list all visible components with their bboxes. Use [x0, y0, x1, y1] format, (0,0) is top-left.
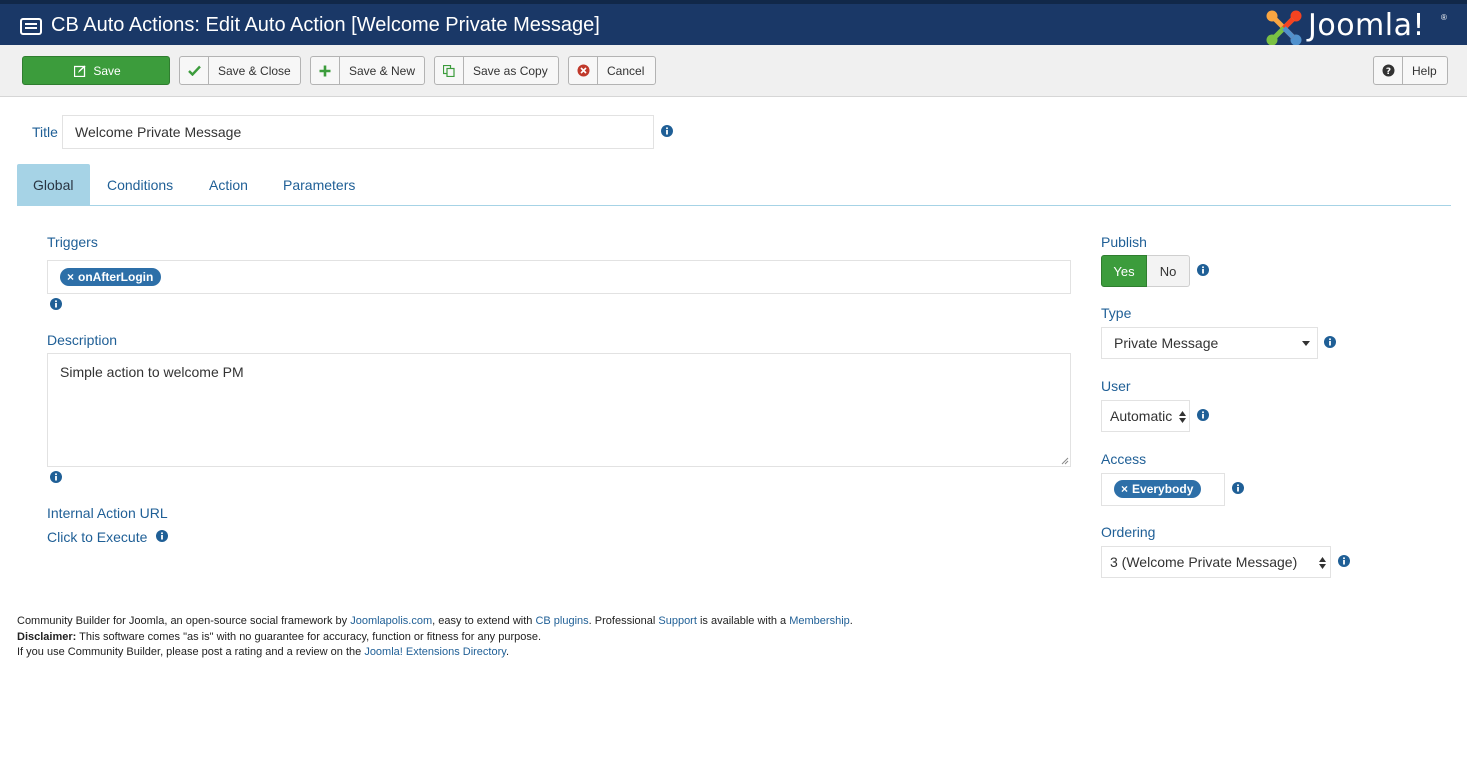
joomla-logo: Joomla! ®: [1264, 7, 1454, 47]
trigger-chip-label: onAfterLogin: [78, 270, 154, 284]
chip-remove-icon[interactable]: ×: [1121, 482, 1128, 496]
save-close-button[interactable]: Save & Close: [179, 56, 301, 85]
question-icon: ?: [1374, 57, 1403, 84]
copy-icon: [435, 57, 464, 84]
help-button[interactable]: ? Help: [1373, 56, 1448, 85]
cb-plugins-link[interactable]: CB plugins: [535, 615, 588, 627]
membership-link[interactable]: Membership: [789, 615, 850, 627]
user-select[interactable]: Automatic: [1101, 400, 1190, 432]
triggers-label: Triggers: [47, 234, 98, 250]
check-icon: [180, 57, 209, 84]
triggers-input[interactable]: [47, 260, 1071, 294]
user-select-value: Automatic: [1110, 408, 1173, 424]
publish-toggle: Yes No: [1101, 255, 1190, 287]
resize-handle-icon[interactable]: [1061, 457, 1069, 465]
internal-url-label: Internal Action URL: [47, 505, 168, 521]
cancel-label: Cancel: [607, 63, 645, 78]
info-icon[interactable]: [1197, 409, 1209, 421]
plus-icon: [311, 57, 340, 84]
type-select-value: Private Message: [1114, 335, 1219, 351]
tab-parameters[interactable]: Parameters: [267, 164, 371, 205]
info-icon[interactable]: [50, 298, 62, 310]
save-copy-label: Save as Copy: [473, 63, 548, 78]
ordering-label: Ordering: [1101, 524, 1156, 540]
type-label: Type: [1101, 305, 1132, 321]
disclaimer-text: This software comes "as is" with no guar…: [76, 630, 542, 643]
access-chip-label: Everybody: [1132, 482, 1194, 496]
info-icon[interactable]: [1324, 336, 1336, 348]
info-icon[interactable]: [1338, 555, 1350, 567]
list-icon: [20, 18, 42, 35]
registered-mark: ®: [1441, 13, 1447, 22]
extensions-directory-link[interactable]: Joomla! Extensions Directory: [364, 646, 506, 658]
click-to-execute-link[interactable]: Click to Execute: [47, 529, 147, 545]
joomla-logo-text: Joomla!: [1308, 8, 1426, 43]
footer: Community Builder for Joomla, an open-so…: [17, 614, 853, 661]
type-select[interactable]: Private Message: [1101, 327, 1318, 359]
support-link[interactable]: Support: [658, 615, 697, 627]
footer-line-2: Disclaimer: This software comes "as is" …: [17, 630, 853, 646]
publish-no-button[interactable]: No: [1147, 255, 1190, 287]
toolbar: Save Save & Close Save & New Save as Cop…: [0, 45, 1467, 97]
info-icon[interactable]: [661, 125, 673, 137]
info-icon[interactable]: [1197, 264, 1209, 276]
info-icon[interactable]: [50, 471, 62, 483]
edit-icon: [71, 57, 89, 84]
tab-bar: Global Conditions Action Parameters: [17, 164, 1451, 206]
footer-text: . Professional: [588, 615, 659, 627]
svg-text:?: ?: [1385, 67, 1390, 77]
footer-text: .: [849, 615, 853, 627]
ordering-select[interactable]: 3 (Welcome Private Message): [1101, 546, 1331, 578]
save-new-button[interactable]: Save & New: [310, 56, 425, 85]
disclaimer-label: Disclaimer:: [17, 630, 77, 643]
access-label: Access: [1101, 451, 1147, 467]
info-icon[interactable]: [1232, 482, 1244, 494]
access-chip[interactable]: × Everybody: [1114, 480, 1202, 498]
footer-text: If you use Community Builder, please pos…: [17, 646, 365, 658]
save-copy-button[interactable]: Save as Copy: [434, 56, 559, 85]
trigger-chip[interactable]: × onAfterLogin: [60, 268, 162, 286]
publish-yes-button[interactable]: Yes: [1101, 255, 1147, 287]
updown-arrows-icon: [1179, 411, 1186, 423]
title-label: Title: [32, 124, 58, 140]
info-icon[interactable]: [156, 530, 168, 542]
save-button-label: Save: [93, 63, 121, 78]
title-input[interactable]: Welcome Private Message: [62, 115, 654, 149]
joomlapolis-link[interactable]: Joomlapolis.com: [350, 615, 432, 627]
help-label: Help: [1412, 63, 1437, 78]
footer-text: , easy to extend with: [432, 615, 536, 627]
tab-action[interactable]: Action: [193, 164, 264, 205]
page-title: CB Auto Actions: Edit Auto Action [Welco…: [51, 14, 600, 36]
footer-text: .: [505, 646, 509, 658]
caret-down-icon: [1302, 341, 1310, 346]
user-label: User: [1101, 378, 1131, 394]
description-label: Description: [47, 332, 118, 348]
save-button[interactable]: Save: [22, 56, 170, 85]
tab-global[interactable]: Global: [17, 164, 90, 205]
ordering-select-value: 3 (Welcome Private Message): [1110, 554, 1298, 570]
updown-arrows-icon: [1319, 557, 1326, 569]
save-new-label: Save & New: [348, 63, 415, 78]
joomla-logo-icon: [1266, 10, 1302, 46]
description-textarea[interactable]: Simple action to welcome PM: [47, 353, 1071, 467]
chip-remove-icon[interactable]: ×: [67, 270, 74, 284]
tab-conditions[interactable]: Conditions: [91, 164, 189, 205]
footer-line-3: If you use Community Builder, please pos…: [17, 645, 853, 661]
cancel-button[interactable]: Cancel: [568, 56, 656, 85]
publish-label: Publish: [1101, 234, 1147, 250]
footer-text: is available with a: [696, 615, 790, 627]
cancel-icon: [569, 57, 598, 84]
footer-text: Community Builder for Joomla, an open-so…: [17, 615, 351, 627]
save-close-label: Save & Close: [218, 63, 291, 78]
footer-line-1: Community Builder for Joomla, an open-so…: [17, 614, 853, 630]
header-bar: CB Auto Actions: Edit Auto Action [Welco…: [0, 0, 1467, 47]
